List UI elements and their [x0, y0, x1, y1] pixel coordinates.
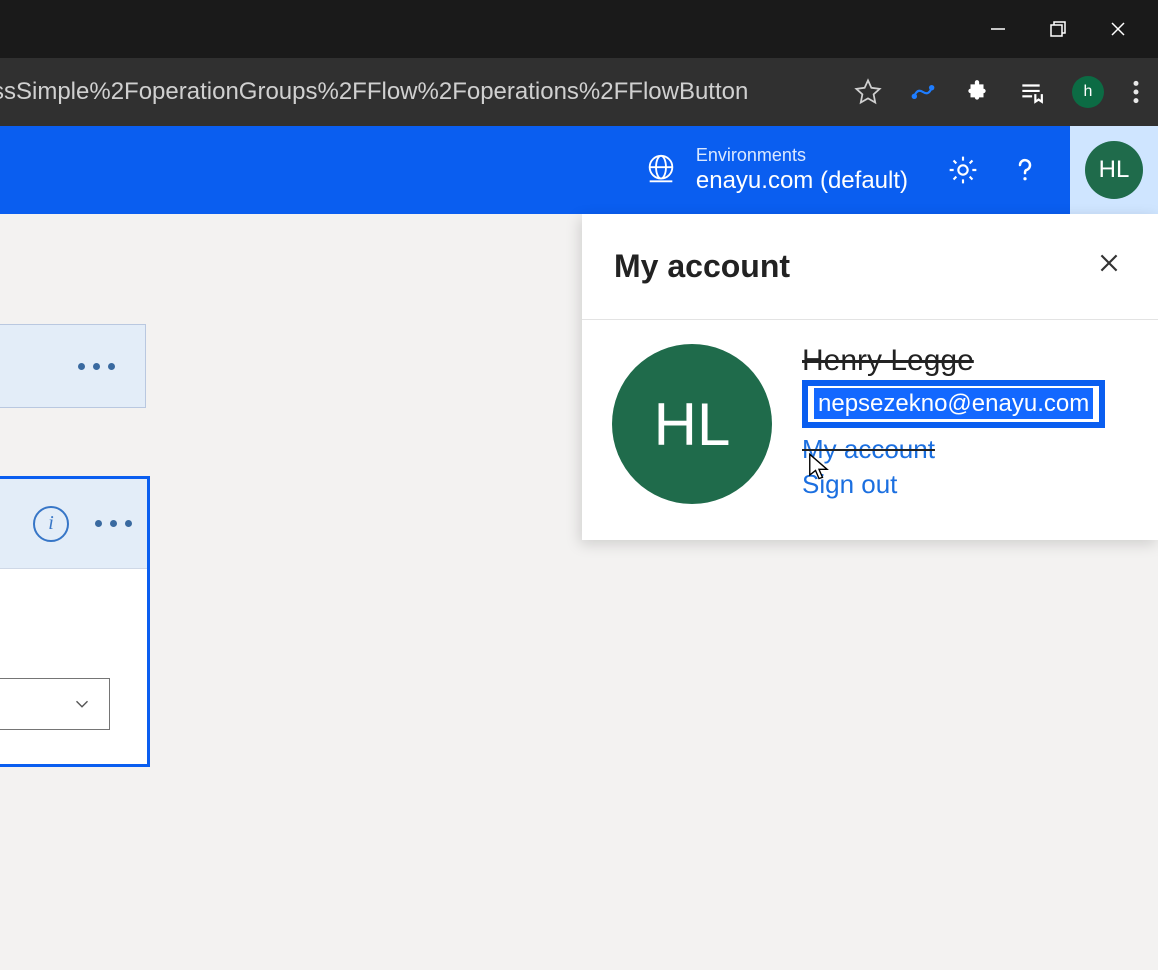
kebab-menu-icon[interactable] [1132, 79, 1140, 105]
panel-title: My account [614, 248, 790, 285]
dropdown-field[interactable] [0, 678, 110, 730]
more-dots-icon[interactable] [78, 363, 115, 370]
browser-profile-avatar[interactable]: h [1072, 76, 1104, 108]
content-area: i onnect your My account HL Henry Legge … [0, 214, 1158, 970]
environment-label: Environments [696, 144, 908, 167]
url-text[interactable]: ssSimple%2FoperationGroups%2FFlow%2Foper… [0, 78, 748, 106]
app-header: Environments enayu.com (default) HL [0, 126, 1158, 214]
flow-extension-icon[interactable] [910, 79, 936, 105]
minimize-button[interactable] [968, 5, 1028, 53]
extensions-puzzle-icon[interactable] [964, 79, 990, 105]
user-display-name: Henry Legge [802, 344, 1105, 378]
close-icon[interactable] [1096, 250, 1122, 283]
flow-card-fragment-top[interactable] [0, 324, 146, 408]
bookmark-star-icon[interactable] [854, 78, 882, 106]
address-bar: ssSimple%2FoperationGroups%2FFlow%2Foper… [0, 58, 1158, 126]
flow-card-fragment-bottom: i onnect your [0, 476, 150, 767]
user-email: nepsezekno@enayu.com [814, 388, 1093, 419]
info-icon[interactable]: i [33, 506, 69, 542]
chevron-down-icon [71, 693, 93, 715]
environment-name: enayu.com (default) [696, 166, 908, 196]
sign-out-link[interactable]: Sign out [802, 469, 1105, 500]
help-icon[interactable] [1000, 145, 1050, 195]
environment-selector[interactable]: Environments enayu.com (default) [644, 144, 908, 197]
more-dots-icon[interactable] [95, 520, 132, 527]
my-account-panel: My account HL Henry Legge nepsezekno@ena… [582, 214, 1158, 540]
card-description: onnect your [0, 587, 133, 614]
user-avatar-large: HL [612, 344, 772, 504]
reading-list-icon[interactable] [1018, 79, 1044, 105]
maximize-button[interactable] [1028, 5, 1088, 53]
account-avatar-button[interactable]: HL [1070, 126, 1158, 214]
settings-gear-icon[interactable] [938, 145, 988, 195]
close-window-button[interactable] [1088, 5, 1148, 53]
my-account-link[interactable]: My account [802, 434, 1105, 465]
avatar-initials: HL [1085, 141, 1143, 199]
mouse-cursor-icon [807, 452, 831, 487]
window-titlebar [0, 0, 1158, 58]
globe-icon [644, 153, 678, 187]
email-highlight-box: nepsezekno@enayu.com [802, 380, 1105, 428]
card-header: i [0, 479, 147, 569]
